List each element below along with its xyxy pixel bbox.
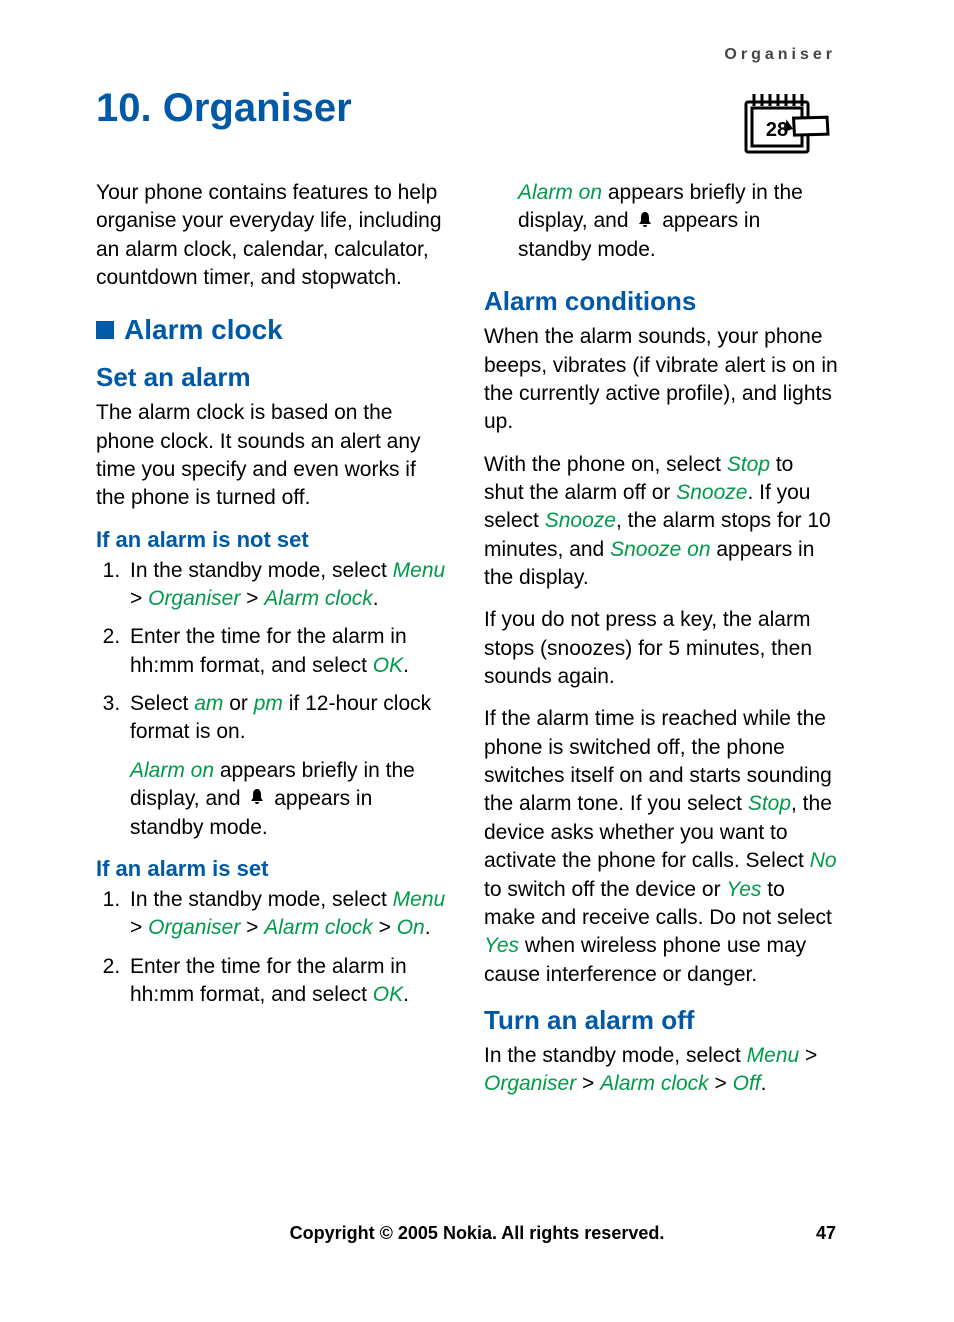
menu-term: Menu	[393, 888, 446, 911]
text: >	[799, 1044, 817, 1067]
heading-alarm-clock: Alarm clock	[96, 314, 450, 346]
step-not-set-3: Select am or pm if 12-hour clock format …	[126, 690, 450, 842]
svg-text:28: 28	[766, 119, 788, 141]
text: .	[373, 587, 379, 610]
heading-if-not-set: If an alarm is not set	[96, 527, 450, 553]
menu-term: Stop	[727, 453, 770, 476]
text: when wireless phone use may cause interf…	[484, 934, 806, 985]
page: Organiser 28 10. Organiser Your phone co…	[0, 0, 954, 1322]
text: >	[576, 1072, 600, 1095]
conditions-p1: When the alarm sounds, your phone beeps,…	[484, 323, 838, 436]
heading-set-an-alarm: Set an alarm	[96, 362, 450, 393]
text: or	[223, 692, 253, 715]
text: to switch off the device or	[484, 878, 726, 901]
menu-term: Off	[733, 1072, 761, 1095]
text: >	[373, 916, 397, 939]
menu-term: Organiser	[148, 916, 240, 939]
text: >	[130, 587, 148, 610]
text: >	[709, 1072, 733, 1095]
set-alarm-paragraph: The alarm clock is based on the phone cl…	[96, 399, 450, 512]
conditions-p2: With the phone on, select Stop to shut t…	[484, 451, 838, 593]
conditions-p3: If you do not press a key, the alarm sto…	[484, 606, 838, 691]
text: >	[130, 916, 148, 939]
menu-term: OK	[373, 654, 403, 677]
menu-term: Snooze	[676, 481, 747, 504]
text: .	[403, 654, 409, 677]
text: Enter the time for the alarm in hh:mm fo…	[130, 955, 407, 1006]
menu-term: Organiser	[148, 587, 240, 610]
text: In the standby mode, select	[130, 559, 393, 582]
footer-copyright: Copyright © 2005 Nokia. All rights reser…	[0, 1223, 954, 1244]
heading-alarm-clock-text: Alarm clock	[124, 314, 283, 346]
alarm-on-note: Alarm on appears briefly in the display,…	[130, 757, 450, 842]
menu-term: On	[397, 916, 425, 939]
menu-term: Menu	[747, 1044, 800, 1067]
turn-off-paragraph: In the standby mode, select Menu > Organ…	[484, 1042, 838, 1099]
intro-paragraph: Your phone contains features to help org…	[96, 179, 450, 292]
steps-is-set: In the standby mode, select Menu > Organ…	[96, 886, 450, 1009]
column-left: Your phone contains features to help org…	[96, 179, 450, 1113]
text: .	[425, 916, 431, 939]
column-right: Alarm on appears briefly in the display,…	[484, 179, 838, 1113]
menu-term: Stop	[748, 792, 791, 815]
text: Select	[130, 692, 194, 715]
menu-term: Alarm clock	[600, 1072, 709, 1095]
square-bullet-icon	[96, 321, 114, 339]
two-column-layout: Your phone contains features to help org…	[96, 179, 858, 1113]
text: .	[761, 1072, 767, 1095]
step-is-set-1: In the standby mode, select Menu > Organ…	[126, 886, 450, 943]
menu-term: No	[810, 849, 837, 872]
menu-term: Yes	[484, 934, 519, 957]
menu-term: Alarm clock	[264, 587, 373, 610]
menu-term: Alarm on	[130, 759, 214, 782]
menu-term: Snooze on	[610, 538, 710, 561]
text: Enter the time for the alarm in hh:mm fo…	[130, 625, 407, 676]
heading-alarm-conditions: Alarm conditions	[484, 286, 838, 317]
calendar-icon: 28	[744, 90, 836, 165]
heading-turn-alarm-off: Turn an alarm off	[484, 1005, 838, 1036]
step-not-set-2: Enter the time for the alarm in hh:mm fo…	[126, 623, 450, 680]
menu-term: Organiser	[484, 1072, 576, 1095]
menu-term: Yes	[726, 878, 761, 901]
conditions-p4: If the alarm time is reached while the p…	[484, 705, 838, 988]
menu-term: Menu	[393, 559, 446, 582]
menu-term: am	[194, 692, 223, 715]
bell-icon	[636, 208, 654, 236]
text: In the standby mode, select	[484, 1044, 747, 1067]
running-head: Organiser	[724, 46, 836, 64]
alarm-on-note-right: Alarm on appears briefly in the display,…	[518, 179, 838, 264]
menu-term: OK	[373, 983, 403, 1006]
menu-term: Alarm clock	[264, 916, 373, 939]
text: With the phone on, select	[484, 453, 727, 476]
heading-if-is-set: If an alarm is set	[96, 856, 450, 882]
page-number: 47	[816, 1223, 836, 1244]
steps-not-set: In the standby mode, select Menu > Organ…	[96, 557, 450, 842]
text: In the standby mode, select	[130, 888, 393, 911]
step-not-set-1: In the standby mode, select Menu > Organ…	[126, 557, 450, 614]
text: >	[240, 916, 264, 939]
text: >	[240, 587, 264, 610]
text: .	[403, 983, 409, 1006]
menu-term: Snooze	[545, 509, 616, 532]
menu-term: pm	[254, 692, 283, 715]
bell-icon	[248, 785, 266, 813]
menu-term: Alarm on	[518, 181, 602, 204]
step-is-set-2: Enter the time for the alarm in hh:mm fo…	[126, 953, 450, 1010]
